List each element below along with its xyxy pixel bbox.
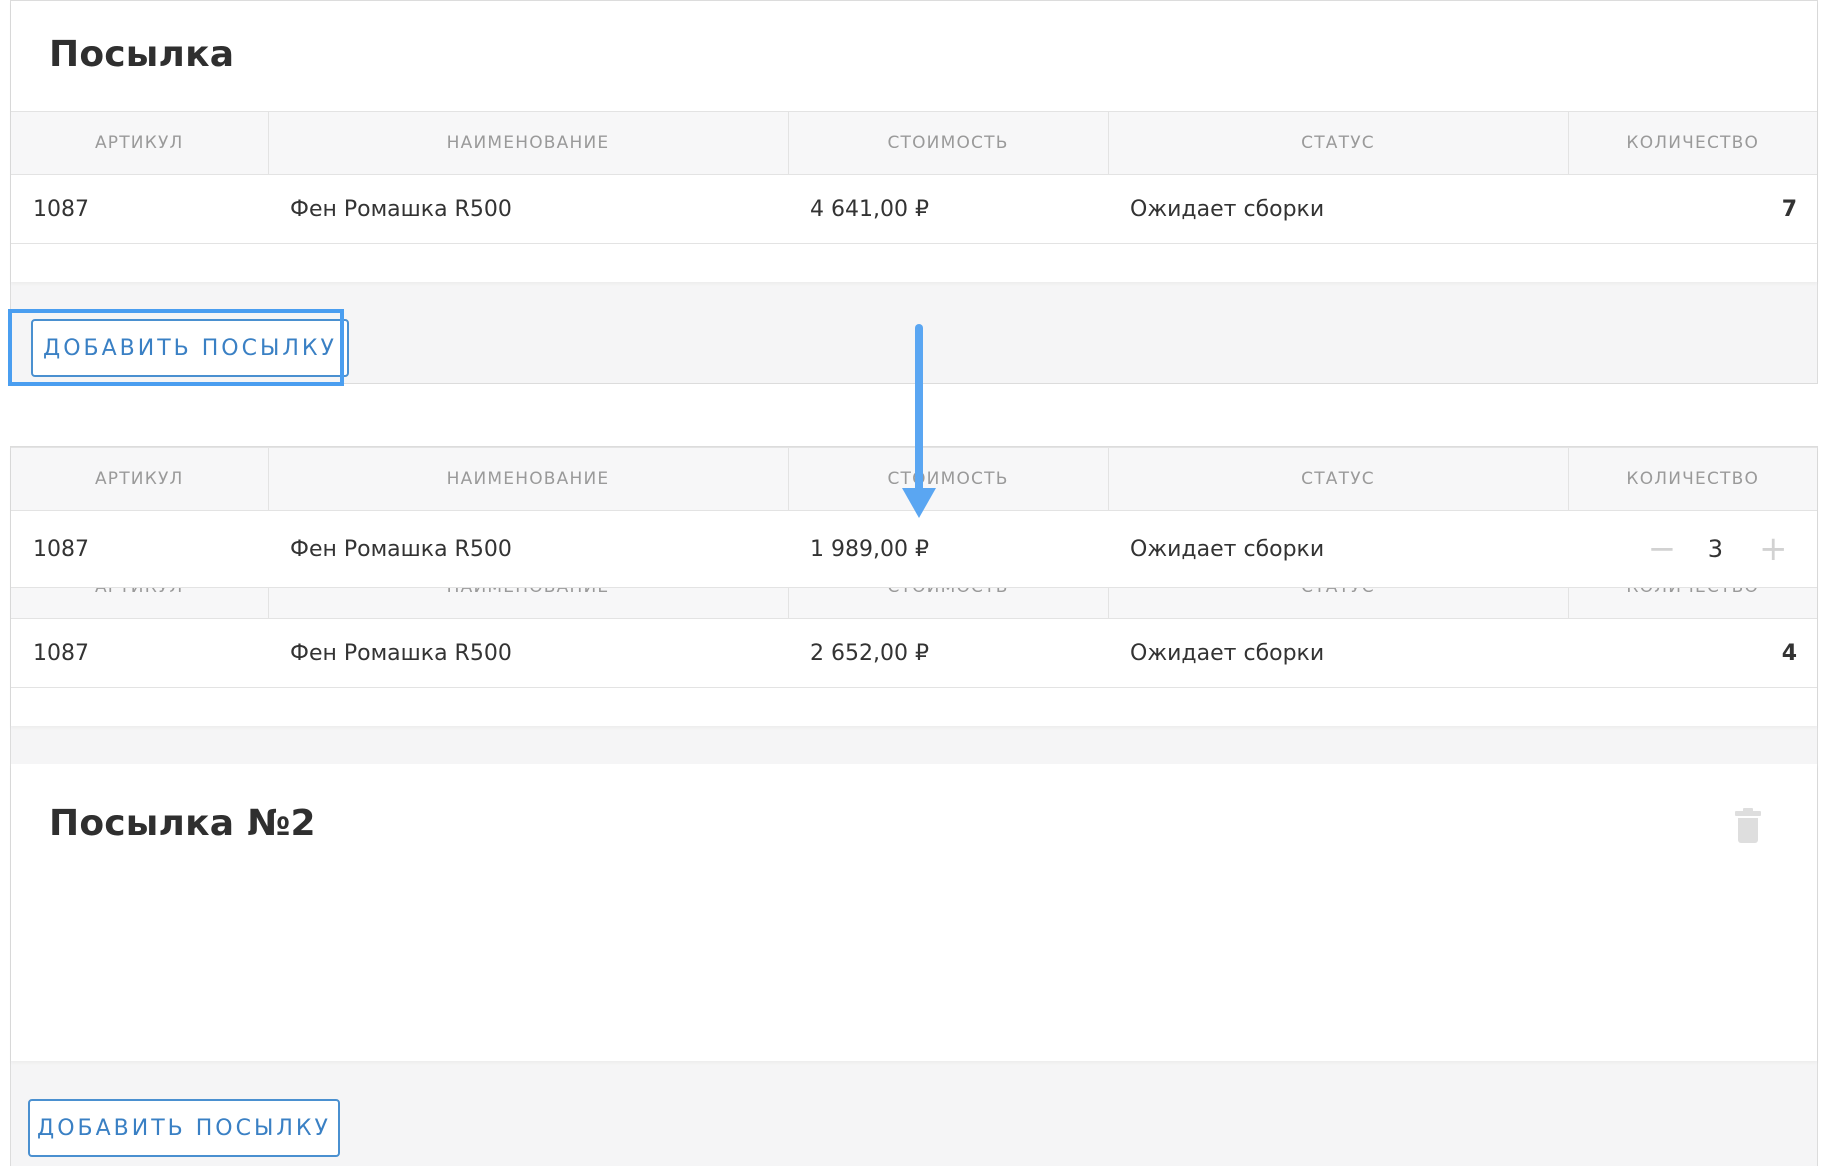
column-header-name: НАИМЕНОВАНИЕ: [268, 111, 789, 175]
cell-price: 2 652,00 ₽: [788, 618, 1108, 688]
arrow-head: [902, 488, 936, 518]
column-header-price: СТОИМОСТЬ: [788, 111, 1109, 175]
cell-price: 4 641,00 ₽: [788, 174, 1108, 244]
cell-sku: 1087: [11, 174, 268, 244]
items-table: АРТИКУЛ НАИМЕНОВАНИЕ СТОИМОСТЬ СТАТУС КО…: [11, 111, 1817, 244]
cell-name: Фен Ромашка R500: [268, 174, 788, 244]
cell-sku: 1087: [11, 510, 268, 588]
column-header-name: НАИМЕНОВАНИЕ: [268, 447, 789, 511]
parcel-title-2: Посылка №2: [49, 803, 316, 844]
plus-button[interactable]: +: [1759, 532, 1788, 566]
column-header-sku: АРТИКУЛ: [11, 447, 269, 511]
cell-price: 1 989,00 ₽: [788, 510, 1108, 588]
cell-status: Ожидает сборки: [1108, 618, 1568, 688]
cell-quantity: 4: [1568, 618, 1817, 688]
column-header-sku: АРТИКУЛ: [11, 111, 269, 175]
parcel-panel-after: Посылка №1 АРТИКУЛ НАИМЕНОВАНИЕ СТОИМОСТ…: [10, 446, 1818, 1166]
arrow-down-icon: [902, 324, 936, 518]
add-parcel-button[interactable]: ДОБАВИТЬ ПОСЫЛКУ: [31, 319, 349, 377]
trash-bin: [1738, 818, 1758, 843]
column-header-quantity: КОЛИЧЕСТВО: [1568, 111, 1817, 175]
trash-lid: [1735, 811, 1761, 816]
column-header-status: СТАТУС: [1108, 111, 1569, 175]
parcel-card: Посылка АРТИКУЛ НАИМЕНОВАНИЕ СТОИМОСТЬ С…: [11, 1, 1817, 282]
table-row: 1087 Фен Ромашка R500 4 641,00 ₽ Ожидает…: [11, 174, 1817, 244]
column-header-status: СТАТУС: [1108, 447, 1569, 511]
arrow-shaft: [915, 324, 923, 494]
table-header-row: АРТИКУЛ НАИМЕНОВАНИЕ СТОИМОСТЬ СТАТУС КО…: [11, 111, 1817, 175]
parcel-panel-before: Посылка АРТИКУЛ НАИМЕНОВАНИЕ СТОИМОСТЬ С…: [10, 0, 1818, 384]
cell-status: Ожидает сборки: [1108, 510, 1568, 588]
cell-sku: 1087: [11, 618, 268, 688]
table-row: 1087 Фен Ромашка R500 2 652,00 ₽ Ожидает…: [11, 618, 1817, 688]
quantity-value[interactable]: 3: [1708, 535, 1723, 563]
cell-quantity: − 3 +: [1568, 510, 1817, 588]
parcel-title: Посылка: [49, 34, 235, 75]
table-row: 1087 Фен Ромашка R500 1 989,00 ₽ Ожидает…: [11, 510, 1817, 588]
trash-icon[interactable]: [1735, 808, 1761, 843]
cell-status: Ожидает сборки: [1108, 174, 1568, 244]
add-parcel-button[interactable]: ДОБАВИТЬ ПОСЫЛКУ: [28, 1099, 340, 1157]
quantity-stepper: − 3 +: [1648, 532, 1788, 566]
minus-button[interactable]: −: [1648, 532, 1677, 566]
parcel-card-2: Посылка №2: [11, 764, 1817, 1061]
cell-name: Фен Ромашка R500: [268, 510, 788, 588]
column-header-quantity: КОЛИЧЕСТВО: [1568, 447, 1817, 511]
cell-name: Фен Ромашка R500: [268, 618, 788, 688]
column-header-price: СТОИМОСТЬ: [788, 447, 1109, 511]
cell-quantity: 7: [1568, 174, 1817, 244]
